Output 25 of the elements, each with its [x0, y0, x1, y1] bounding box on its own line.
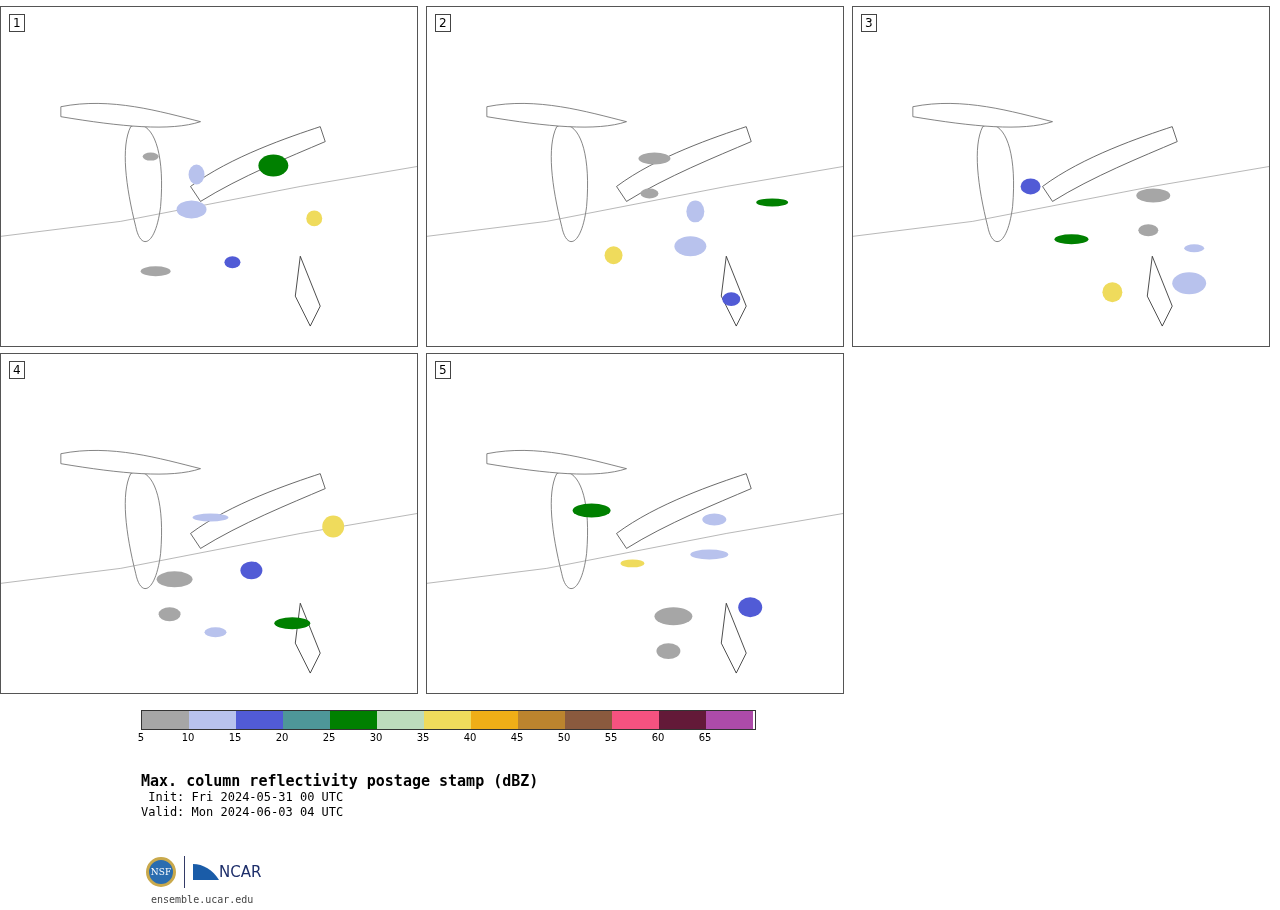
tick-label: 10 — [181, 732, 195, 743]
panel-number: 3 — [861, 14, 877, 32]
tick-label: 30 — [369, 732, 383, 743]
tick-label: 25 — [322, 732, 336, 743]
logo-text: NCAR — [219, 863, 262, 881]
tick-label: 15 — [228, 732, 242, 743]
tick-label: 40 — [463, 732, 477, 743]
seal-logo: NSF — [146, 857, 176, 887]
website-text: ensemble.ucar.edu — [151, 894, 255, 905]
swoosh-icon — [193, 862, 219, 882]
tick-label: 5 — [137, 732, 145, 743]
tick-label: 20 — [275, 732, 289, 743]
tick-label: 60 — [651, 732, 665, 743]
valid-time: Valid: Mon 2024-06-03 04 UTC — [141, 805, 345, 820]
panel-number: 5 — [435, 361, 451, 379]
panel-number: 4 — [9, 361, 25, 379]
tick-label: 50 — [557, 732, 571, 743]
init-time: Init: Fri 2024-05-31 00 UTC — [147, 790, 345, 805]
tick-label: 55 — [604, 732, 618, 743]
panel-number: 2 — [435, 14, 451, 32]
tick-label: 65 — [698, 732, 712, 743]
tick-label: 35 — [416, 732, 430, 743]
chart-title: Max. column reflectivity postage stamp (dBZ) — [141, 772, 540, 790]
panel-number: 1 — [9, 14, 25, 32]
tick-label: 45 — [510, 732, 524, 743]
